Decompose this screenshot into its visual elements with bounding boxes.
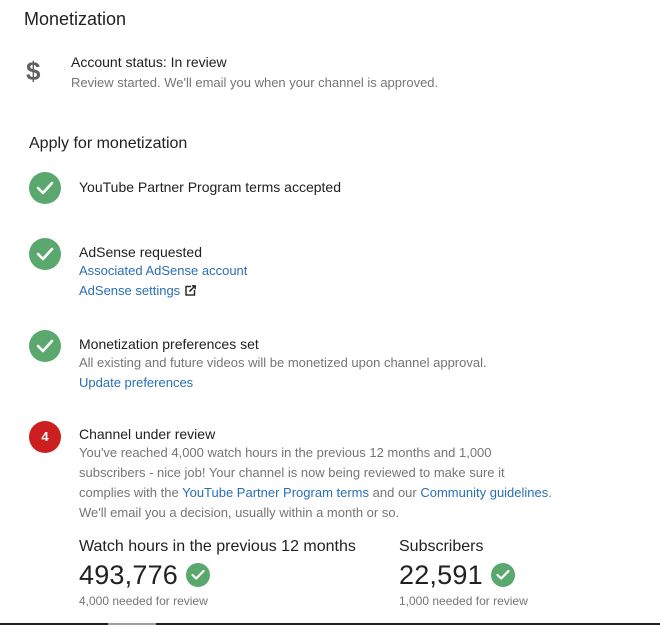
watch-hours-requirement: 4,000 needed for review [79,594,208,608]
subscribers-requirement: 1,000 needed for review [399,594,528,608]
account-status: Account status: In review [71,54,227,70]
step-terms-accepted: YouTube Partner Program terms accepted [79,178,639,196]
step-title: Channel under review [79,426,216,442]
page-title: Monetization [24,9,127,29]
subscribers-label: Subscribers [399,538,484,555]
external-link-icon [185,282,197,302]
step-description: All existing and future videos will be m… [79,355,487,370]
check-circle-icon [29,172,61,204]
community-guidelines-link[interactable]: Community guidelines [420,485,548,500]
step-title: Monetization preferences set [79,336,259,352]
adsense-settings-label: AdSense settings [79,283,181,298]
subscribers-stat: Subscribers 22,591 1,000 needed for revi… [399,537,528,609]
step-number-badge: 4 [29,421,61,453]
adsense-settings-link[interactable]: AdSense settings [79,281,639,302]
step-description: You've reached 4,000 watch hours in the … [79,443,559,523]
watch-hours-label: Watch hours in the previous 12 months [79,538,356,555]
watch-hours-value: 493,776 [79,560,178,590]
step-title: YouTube Partner Program terms accepted [79,179,341,195]
check-circle-icon [186,563,210,587]
dollar-icon: $ [26,56,41,86]
update-preferences-link[interactable]: Update preferences [79,373,639,393]
description-text: and our [372,485,417,500]
step-adsense-requested: AdSense requested Associated AdSense acc… [79,243,639,302]
check-circle-icon [490,563,515,587]
account-status-description: Review started. We'll email you when you… [71,75,439,90]
watch-hours-stat: Watch hours in the previous 12 months 49… [79,537,356,609]
apply-section-title: Apply for monetization [29,135,188,152]
step-monetization-preferences: Monetization preferences set All existin… [79,335,639,393]
partner-program-terms-link[interactable]: YouTube Partner Program terms [182,485,369,500]
subscribers-value: 22,591 [399,560,483,590]
step-title: AdSense requested [79,244,202,260]
check-circle-icon [29,238,61,270]
check-circle-icon [29,330,61,362]
associated-adsense-account-link[interactable]: Associated AdSense account [79,261,639,281]
step-channel-under-review: Channel under review You've reached 4,00… [79,425,559,523]
